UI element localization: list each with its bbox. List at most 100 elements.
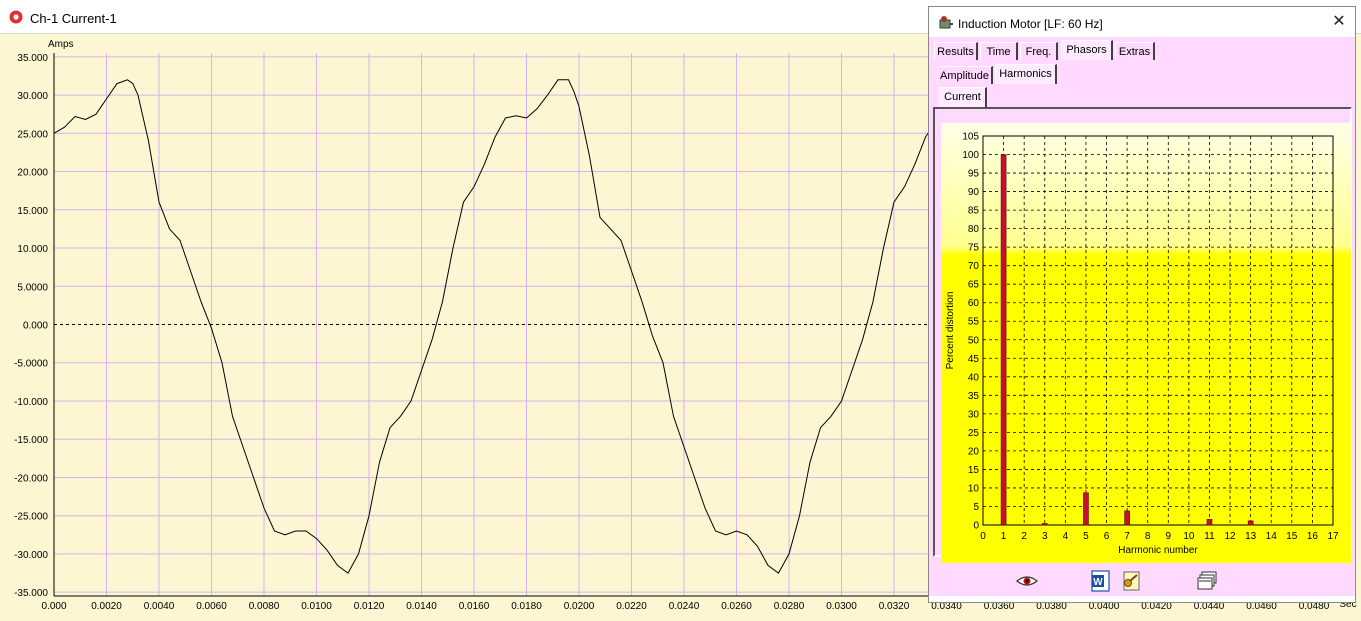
x-tick-label: 0.0140 (406, 601, 437, 612)
harmonics-x-tick-label: 0 (980, 531, 986, 542)
harmonic-bar-3 (1041, 523, 1048, 526)
harmonics-x-tick-label: 17 (1327, 531, 1339, 542)
x-tick-label: 0.0020 (91, 601, 122, 612)
harmonics-x-axis-label: Harmonic number (1118, 545, 1198, 556)
x-tick-label: 0.0300 (826, 601, 857, 612)
harmonics-y-tick-label: 90 (968, 187, 980, 198)
harmonic-bar-13 (1247, 520, 1254, 526)
windows-icon[interactable] (1195, 569, 1219, 593)
window-title: Ch-1 Current-1 (30, 11, 117, 26)
x-tick-label: 0.0260 (721, 601, 752, 612)
harmonics-x-tick-label: 3 (1042, 531, 1048, 542)
y-tick-label: -35.000 (14, 588, 48, 599)
x-tick-label: 0.0060 (196, 601, 227, 612)
y-tick-label: 25.000 (17, 129, 48, 140)
harmonics-x-tick-label: 6 (1104, 531, 1110, 542)
induction-motor-panel: Induction Motor [LF: 60 Hz] ✕ Results Ti… (928, 6, 1356, 603)
main-window: Ch-1 Current-1 0.000 0.0020 0.0040 0.0060 0.… (0, 0, 1361, 621)
x-tick-label: 0.0100 (301, 601, 332, 612)
harmonics-x-tick-label: 1 (1001, 531, 1007, 542)
harmonics-chart: 0510152025303540455055606570758085909510… (941, 123, 1351, 563)
harmonics-x-tick-label: 15 (1286, 531, 1298, 542)
y-tick-label: 30.000 (17, 91, 48, 102)
y-tick-label: 10.000 (17, 244, 48, 255)
close-button[interactable]: ✕ (1329, 12, 1349, 32)
y-axis-label: Amps (48, 39, 74, 50)
x-tick-label: 0.0160 (459, 601, 490, 612)
harmonics-y-tick-label: 65 (968, 280, 980, 291)
y-tick-label: -25.000 (14, 512, 48, 523)
subtab-harmonics[interactable]: Harmonics (995, 64, 1057, 84)
harmonic-bar-5 (1083, 492, 1089, 526)
tab-time[interactable]: Time (980, 42, 1018, 60)
harmonics-y-tick-label: 30 (968, 409, 980, 420)
harmonics-x-tick-label: 2 (1021, 531, 1027, 542)
x-tick-label: 0.0220 (616, 601, 647, 612)
harmonics-y-tick-label: 25 (968, 428, 980, 439)
x-tick-label: 0.0120 (354, 601, 385, 612)
y-tick-label: -30.000 (14, 550, 48, 561)
y-tick-label: -10.000 (14, 397, 48, 408)
key-tools-icon[interactable] (1119, 569, 1143, 593)
harmonics-x-tick-label: 9 (1166, 531, 1172, 542)
y-tick-label: 5.0000 (17, 282, 48, 293)
harmonics-x-tick-label: 14 (1266, 531, 1278, 542)
harmonics-y-tick-label: 15 (968, 465, 980, 476)
harmonics-y-tick-label: 100 (962, 150, 979, 161)
harmonics-x-tick-label: 8 (1145, 531, 1151, 542)
harmonic-bar-7 (1124, 510, 1130, 526)
y-tick-label: -5.0000 (14, 359, 48, 370)
harmonics-x-tick-label: 16 (1307, 531, 1319, 542)
word-export-icon[interactable]: W (1089, 569, 1113, 593)
harmonics-y-tick-label: 40 (968, 372, 980, 383)
panel-toolbar: W (929, 569, 1355, 595)
harmonics-x-tick-label: 7 (1124, 531, 1130, 542)
x-tick-label: 0.0240 (669, 601, 700, 612)
y-tick-label: 0.000 (23, 321, 48, 332)
harmonics-y-tick-label: 0 (973, 521, 979, 532)
x-tick-label: 0.0280 (774, 601, 805, 612)
x-tick-label: 0.0320 (879, 601, 910, 612)
y-tick-label: 15.000 (17, 206, 48, 217)
harmonics-x-tick-label: 4 (1063, 531, 1069, 542)
harmonics-y-tick-label: 55 (968, 317, 980, 328)
y-tick-label: 20.000 (17, 168, 48, 179)
tab-extras[interactable]: Extras (1115, 42, 1155, 60)
harmonics-y-tick-label: 80 (968, 224, 980, 235)
harmonics-y-tick-label: 70 (968, 261, 980, 272)
subtab-current[interactable]: Current (939, 87, 987, 107)
harmonics-y-tick-label: 45 (968, 354, 980, 365)
app-icon (9, 10, 23, 24)
harmonics-y-tick-label: 5 (973, 502, 979, 513)
subtab-amplitude[interactable]: Amplitude (937, 66, 993, 84)
y-tick-label: 35.000 (17, 53, 48, 64)
tab-results[interactable]: Results (934, 42, 978, 60)
harmonics-y-tick-label: 60 (968, 298, 980, 309)
harmonics-x-tick-label: 13 (1245, 531, 1257, 542)
harmonics-y-tick-label: 35 (968, 391, 980, 402)
harmonics-y-tick-label: 10 (968, 483, 980, 494)
panel-header[interactable]: Induction Motor [LF: 60 Hz] ✕ (929, 7, 1355, 37)
harmonics-y-tick-label: 20 (968, 446, 980, 457)
x-tick-label: 0.0180 (511, 601, 542, 612)
eye-icon[interactable] (1015, 569, 1039, 593)
harmonics-x-tick-label: 12 (1224, 531, 1236, 542)
harmonic-bar-1 (1000, 154, 1007, 526)
harmonics-y-tick-label: 95 (968, 169, 980, 180)
x-tick-label: 0.0040 (144, 601, 175, 612)
panel-title: Induction Motor [LF: 60 Hz] (958, 17, 1103, 31)
x-tick-label: 0.000 (41, 601, 66, 612)
harmonics-x-tick-label: 11 (1204, 531, 1215, 542)
y-tick-label: -20.000 (14, 473, 48, 484)
y-tick-label: -15.000 (14, 435, 48, 446)
harmonics-y-tick-label: 75 (968, 243, 980, 254)
x-tick-label: 0.0080 (249, 601, 280, 612)
tab-phasors[interactable]: Phasors (1061, 40, 1113, 60)
tab-freq[interactable]: Freq. (1020, 42, 1058, 60)
harmonics-x-tick-label: 10 (1183, 531, 1195, 542)
motor-icon (939, 16, 953, 29)
x-tick-label: 0.0200 (564, 601, 595, 612)
harmonics-x-tick-label: 5 (1083, 531, 1089, 542)
harmonics-y-tick-label: 50 (968, 335, 980, 346)
harmonics-y-axis-label: Percent distortion (945, 292, 956, 370)
